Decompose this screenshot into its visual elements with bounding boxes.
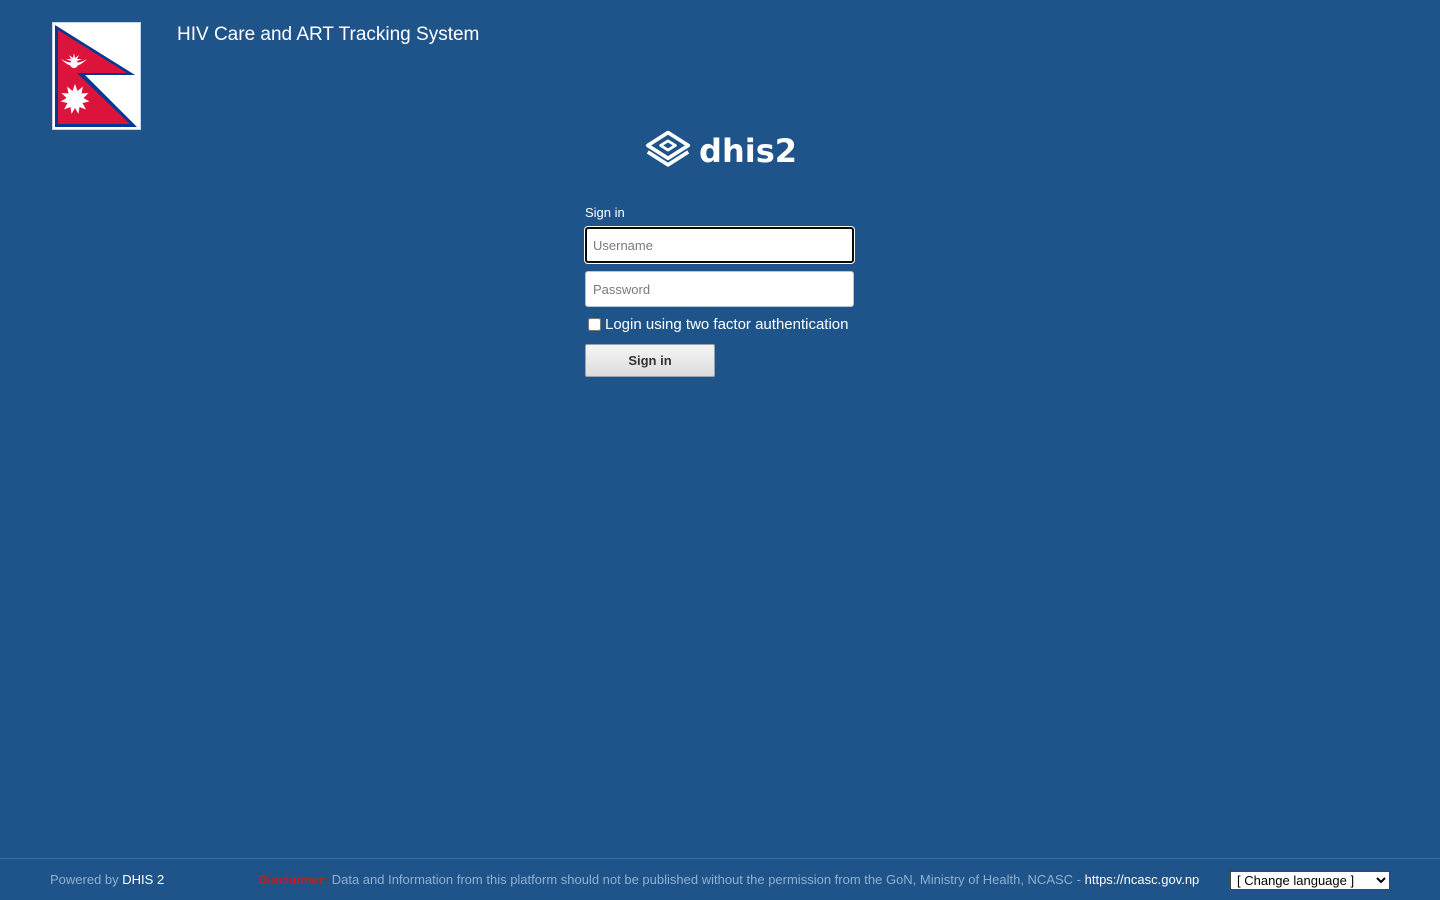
language-select[interactable]: [ Change language ] [1230,871,1390,890]
footer: Powered by DHIS 2 Disclaimer: Data and I… [0,858,1440,900]
dhis2-logo-text: dhis2 [699,132,797,170]
dhis2-layers-icon [645,130,691,167]
two-factor-label[interactable]: Login using two factor authentication [605,316,849,333]
dhis2-logo: dhis2 [645,128,797,174]
dhis2-link[interactable]: DHIS 2 [122,872,164,887]
ncasc-link[interactable]: https://ncasc.gov.np [1085,872,1200,887]
page-title: HIV Care and ART Tracking System [177,24,480,45]
disclaimer-label: Disclaimer: [258,872,329,887]
nepal-flag-logo [52,22,141,130]
sign-in-button[interactable]: Sign in [585,344,715,377]
two-factor-row: Login using two factor authentication [588,315,855,333]
flag-icon [55,25,137,127]
powered-by: Powered by DHIS 2 [50,872,164,887]
disclaimer: Disclaimer: Data and Information from th… [258,872,1199,887]
two-factor-checkbox[interactable] [588,317,601,331]
powered-by-prefix: Powered by [50,872,119,887]
login-page: HIV Care and ART Tracking System dhis2 S… [0,0,1440,900]
sign-in-heading: Sign in [585,205,625,220]
password-field[interactable] [585,271,854,307]
username-field[interactable] [585,227,854,263]
disclaimer-text: Data and Information from this platform … [331,872,1081,887]
login-form: Sign in Login using two factor authentic… [585,205,855,377]
